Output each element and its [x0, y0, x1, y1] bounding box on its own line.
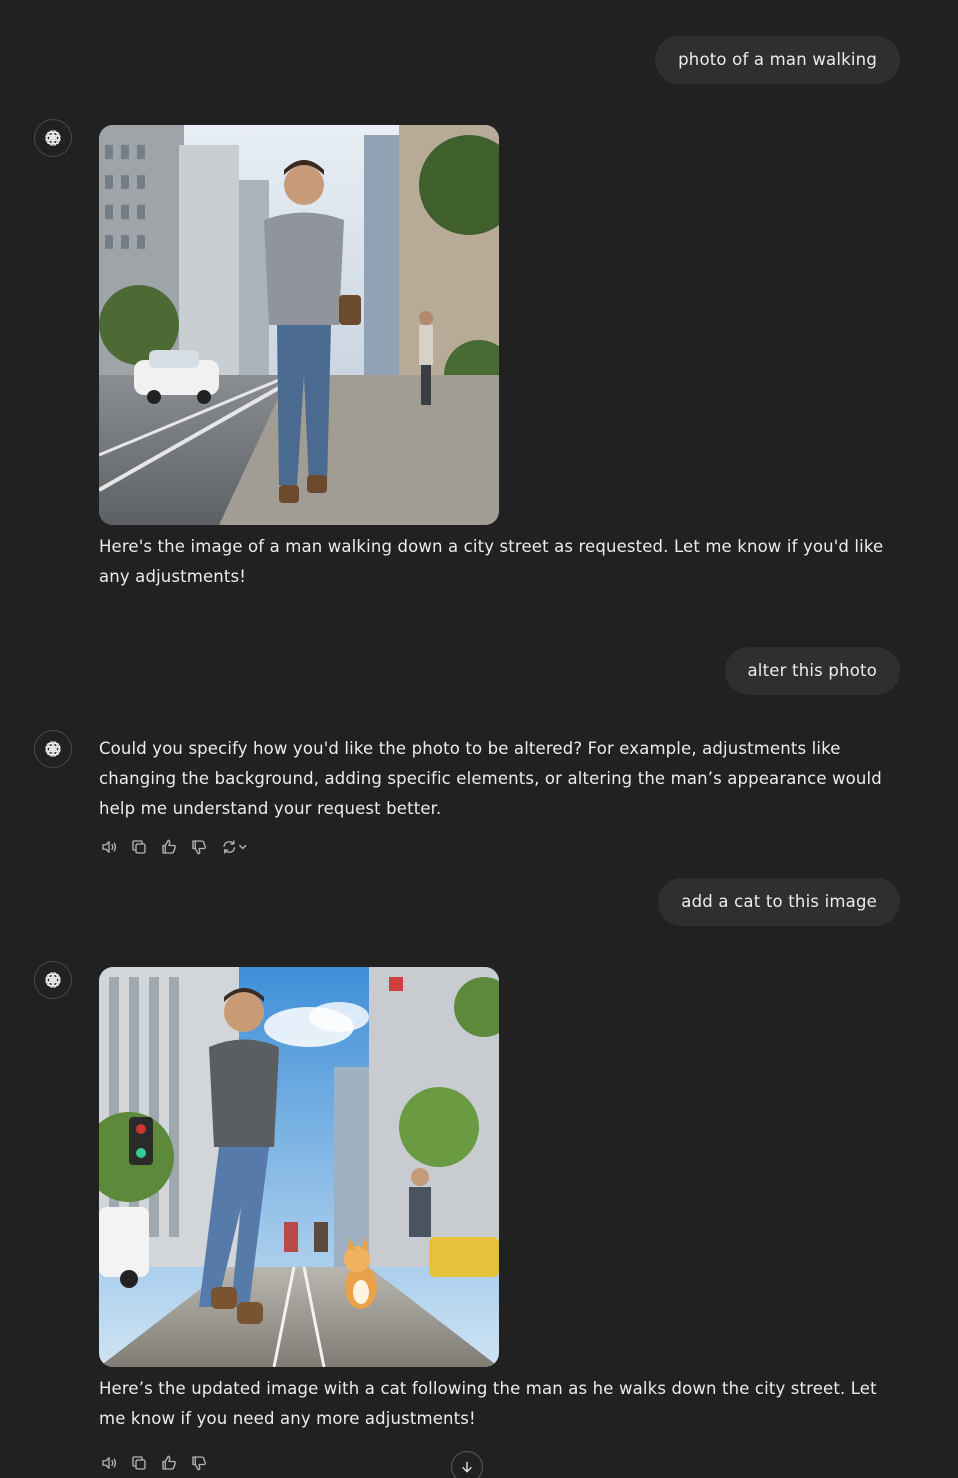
good-response-button[interactable]	[159, 1453, 179, 1473]
good-response-button[interactable]	[159, 837, 179, 857]
bad-response-button[interactable]	[189, 1453, 209, 1473]
copy-icon	[132, 840, 146, 854]
speaker-icon	[102, 841, 117, 853]
openai-logo-icon	[45, 130, 61, 146]
message-actions	[99, 836, 253, 858]
copy-button[interactable]	[129, 837, 149, 857]
user-message-bubble: add a cat to this image	[658, 878, 900, 926]
openai-logo-icon	[45, 972, 61, 988]
regenerate-icon	[223, 840, 247, 854]
assistant-avatar	[34, 961, 72, 999]
assistant-message-text: Here's the image of a man walking down a…	[99, 537, 884, 586]
copy-icon	[132, 1456, 146, 1470]
scroll-to-bottom-button[interactable]	[451, 1451, 483, 1478]
thumbs-down-icon	[192, 1456, 206, 1471]
thumbs-down-icon	[192, 840, 206, 855]
assistant-message-text: Could you specify how you'd like the pho…	[99, 739, 882, 818]
generated-image-man-walking[interactable]	[99, 125, 499, 525]
arrow-down-icon	[462, 1461, 472, 1473]
assistant-message-text: Here’s the updated image with a cat foll…	[99, 1379, 877, 1428]
user-message-bubble: photo of a man walking	[655, 36, 900, 84]
openai-logo-icon	[45, 741, 61, 757]
assistant-avatar	[34, 730, 72, 768]
read-aloud-button[interactable]	[99, 1453, 119, 1473]
user-message-bubble: alter this photo	[724, 647, 900, 695]
user-message-text: add a cat to this image	[681, 892, 877, 911]
user-message-text: photo of a man walking	[678, 50, 877, 69]
regenerate-button[interactable]	[219, 837, 253, 857]
bad-response-button[interactable]	[189, 837, 209, 857]
thumbs-up-icon	[162, 839, 176, 854]
assistant-avatar	[34, 119, 72, 157]
generated-image-man-with-cat[interactable]	[99, 967, 499, 1367]
speaker-icon	[102, 1457, 117, 1469]
thumbs-up-icon	[162, 1455, 176, 1470]
read-aloud-button[interactable]	[99, 837, 119, 857]
message-actions	[99, 1452, 209, 1474]
copy-button[interactable]	[129, 1453, 149, 1473]
user-message-text: alter this photo	[747, 661, 877, 680]
